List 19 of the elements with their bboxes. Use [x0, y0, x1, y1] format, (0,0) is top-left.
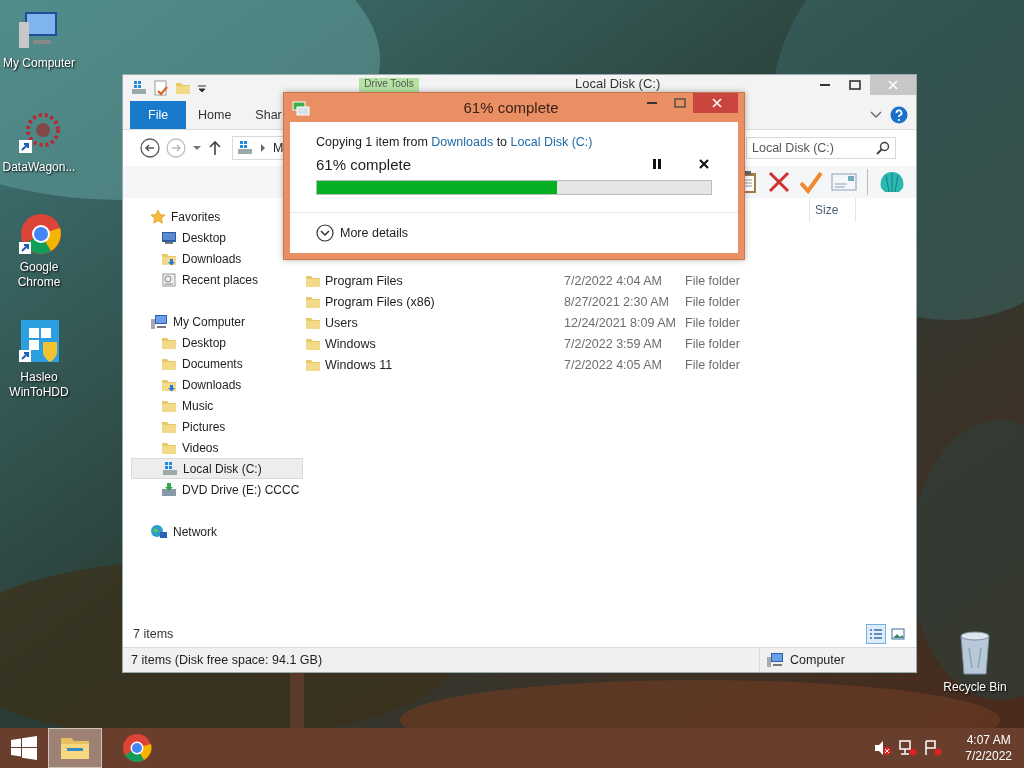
- date-modified: 7/2/2022 3:59 AM: [564, 336, 663, 351]
- file-type: File folder: [685, 336, 740, 351]
- item-count: 7 items: [133, 627, 174, 641]
- file-type: File folder: [685, 315, 740, 330]
- file-type: File folder: [685, 294, 740, 309]
- file-type: File folder: [685, 273, 740, 288]
- status-location: Computer: [790, 653, 845, 667]
- window-title: Local Disk (C:): [575, 76, 661, 91]
- date-modified: 12/24/2021 8:09 AM: [564, 315, 677, 330]
- progress-status: 61% complete: [316, 155, 413, 173]
- dialog-title: 61% complete: [462, 99, 560, 116]
- copy-message: Copying 1 item from Downloads to Local Disk (C:): [316, 135, 594, 149]
- clock-date: 7/2/2022: [965, 748, 1012, 764]
- status-text: 7 items (Disk free space: 94.1 GB): [131, 653, 323, 667]
- clock-time: 4:07 AM: [965, 732, 1012, 748]
- date-modified: 7/2/2022 4:04 AM: [564, 273, 663, 288]
- date-modified: 8/27/2021 2:30 AM: [564, 294, 670, 309]
- file-type: File folder: [685, 357, 740, 372]
- date-modified: 7/2/2022 4:05 AM: [564, 357, 663, 372]
